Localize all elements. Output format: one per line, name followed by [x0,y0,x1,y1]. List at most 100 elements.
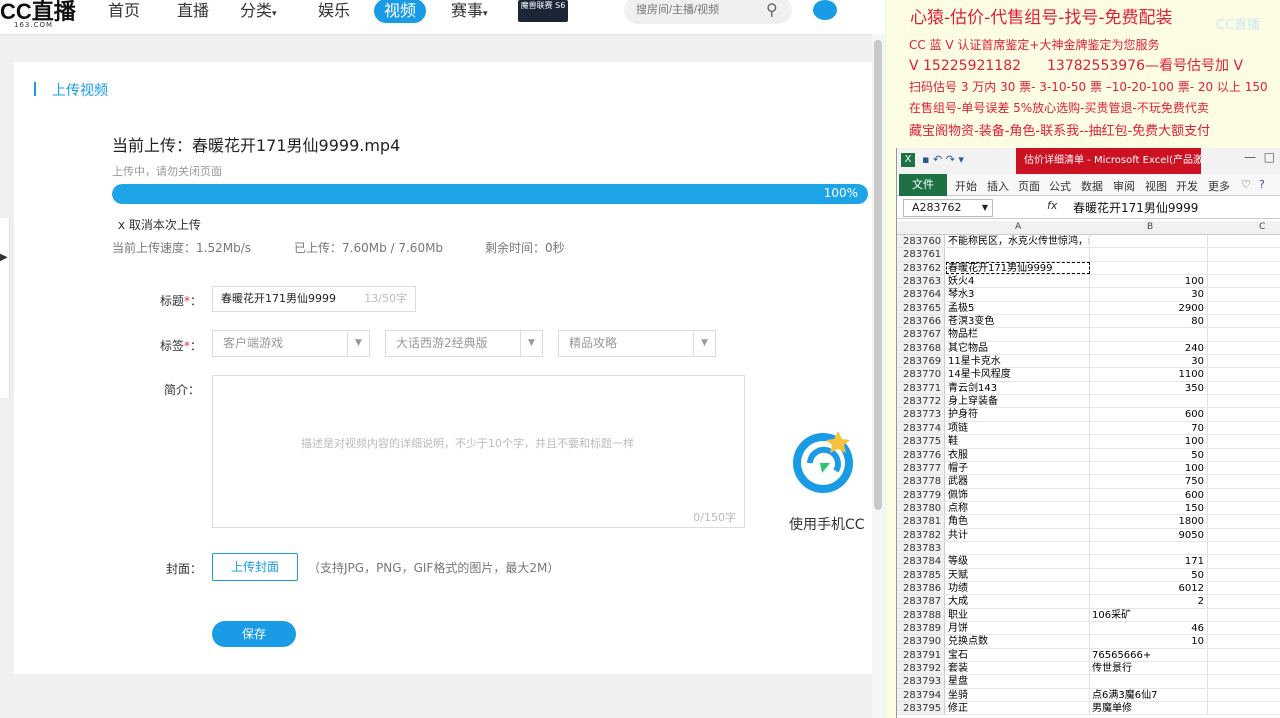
cell-a[interactable]: 大成 [946,595,1090,608]
cell-b[interactable]: 100 [1090,461,1208,475]
cell-c[interactable] [1208,328,1280,340]
cell-a[interactable]: 妖火4 [946,275,1090,288]
heart-icon[interactable]: ♡ [1241,178,1251,191]
cell-c[interactable] [1208,248,1280,260]
cell-a[interactable]: 其它物品 [946,341,1090,355]
cell-b[interactable]: 600 [1090,488,1208,501]
cell-c[interactable] [1208,275,1280,287]
cell-a[interactable]: 14星卡风程度 [946,368,1090,381]
cell-b[interactable]: 2 [1090,595,1208,608]
row-number[interactable]: 283762 [897,261,945,275]
cell-a[interactable]: 职业 [946,608,1090,621]
cell-a[interactable]: 武器 [946,475,1090,488]
tab-home[interactable]: 开始 [955,178,977,194]
chevron-down-icon[interactable]: ▾ [958,153,964,166]
row-number[interactable]: 283781 [897,515,945,528]
cell-b[interactable]: 350 [1090,381,1208,395]
title-input[interactable]: 春暖花开171男仙9999 13/50字 [212,286,416,312]
row-number[interactable]: 283793 [897,675,945,688]
cell-c[interactable] [1208,542,1280,554]
cell-b[interactable]: 10 [1090,635,1208,648]
cell-c[interactable] [1208,462,1280,474]
cell-b[interactable] [1090,261,1208,275]
tag-select-2[interactable]: 大话西游2经典版 ▼ [385,330,543,357]
cell-b[interactable]: 1800 [1090,515,1208,528]
column-header-a[interactable]: A [1015,222,1021,232]
cell-a[interactable]: 共计 [946,528,1090,541]
cell-c[interactable] [1208,342,1280,354]
tab-page[interactable]: 页面 [1018,178,1040,194]
cell-c[interactable] [1208,382,1280,394]
cell-c[interactable] [1208,355,1280,367]
cell-a[interactable]: 身上穿装备 [946,395,1090,408]
cell-b[interactable]: 106采矿 [1090,608,1208,621]
cell-b[interactable] [1090,395,1208,408]
cell-b[interactable]: 9050 [1090,528,1208,541]
cell-b[interactable]: 2900 [1090,301,1208,315]
cell-c[interactable] [1208,662,1280,674]
cell-b[interactable]: 750 [1090,475,1208,488]
cell-c[interactable] [1208,449,1280,461]
cell-a[interactable]: 项链 [946,421,1090,435]
save-button[interactable]: 保存 [212,621,296,647]
cell-c[interactable] [1208,315,1280,327]
cell-b[interactable]: 传世景行 [1090,662,1208,675]
row-number[interactable]: 283790 [897,635,945,648]
row-number[interactable]: 283768 [897,341,945,355]
nav-category[interactable]: 分类▾ [240,0,277,23]
cell-a[interactable] [946,541,1090,555]
cell-c[interactable] [1208,622,1280,634]
cell-b[interactable]: 150 [1090,501,1208,515]
chevron-down-icon[interactable]: ▼ [520,331,542,356]
tag-select-1[interactable]: 客户端游戏 ▼ [212,330,370,357]
cell-a[interactable]: 套装 [946,662,1090,675]
cell-b[interactable]: 70 [1090,421,1208,435]
cell-b[interactable]: 240 [1090,341,1208,355]
cell-a[interactable]: 点称 [946,501,1090,515]
undo-icon[interactable]: ↶ [933,153,942,166]
cell-a[interactable]: 月饼 [946,621,1090,635]
column-header-c[interactable]: C [1259,222,1265,232]
tab-view[interactable]: 视图 [1145,178,1167,194]
cell-c[interactable] [1208,582,1280,594]
minimize-icon[interactable]: — [1244,150,1256,164]
cell-a[interactable]: 宝石 [946,648,1090,661]
chevron-right-icon[interactable]: ▶ [0,252,8,263]
tab-file[interactable]: 文件 [899,174,947,196]
cell-b[interactable]: 30 [1090,288,1208,301]
cell-a[interactable]: 苍溟3变色 [946,315,1090,328]
cell-c[interactable] [1208,408,1280,420]
cell-a[interactable]: 佩饰 [946,488,1090,501]
cell-a[interactable]: 春暖花开171男仙9999 [946,261,1090,275]
cell-b[interactable]: 100 [1090,435,1208,448]
cell-a[interactable]: 不能称民区，水克火传世惊鸿，装备宝宝齐全 [946,235,1090,248]
row-number[interactable]: 283791 [897,648,945,661]
tab-review[interactable]: 审阅 [1113,178,1135,194]
cell-b[interactable]: 46 [1090,621,1208,635]
cell-a[interactable]: 星盘 [946,675,1090,688]
row-number[interactable]: 283776 [897,448,945,461]
row-number[interactable]: 283792 [897,662,945,675]
cell-c[interactable] [1208,435,1280,447]
tab-insert[interactable]: 插入 [987,178,1009,194]
cell-a[interactable]: 青云剑143 [946,381,1090,395]
cell-c[interactable] [1208,489,1280,501]
cell-a[interactable]: 11星卡克水 [946,355,1090,368]
row-number[interactable]: 283779 [897,488,945,501]
cell-a[interactable]: 角色 [946,515,1090,528]
search-icon[interactable]: ⚲ [766,0,778,19]
redo-icon[interactable]: ↷ [946,153,955,166]
cell-b[interactable]: 50 [1090,568,1208,581]
row-number[interactable]: 283760 [897,235,945,248]
cell-c[interactable] [1208,595,1280,607]
cell-c[interactable] [1208,555,1280,567]
formula-input[interactable]: 春暖花开171男仙9999 [1073,199,1198,216]
cell-c[interactable] [1208,649,1280,661]
tab-more[interactable]: 更多 [1208,178,1230,194]
row-number[interactable]: 283789 [897,621,945,635]
nav-home[interactable]: 首页 [108,0,140,23]
maximize-icon[interactable]: □ [1264,150,1275,164]
cell-a[interactable]: 天赋 [946,568,1090,581]
cell-b[interactable]: 1100 [1090,368,1208,381]
cell-c[interactable] [1208,635,1280,647]
